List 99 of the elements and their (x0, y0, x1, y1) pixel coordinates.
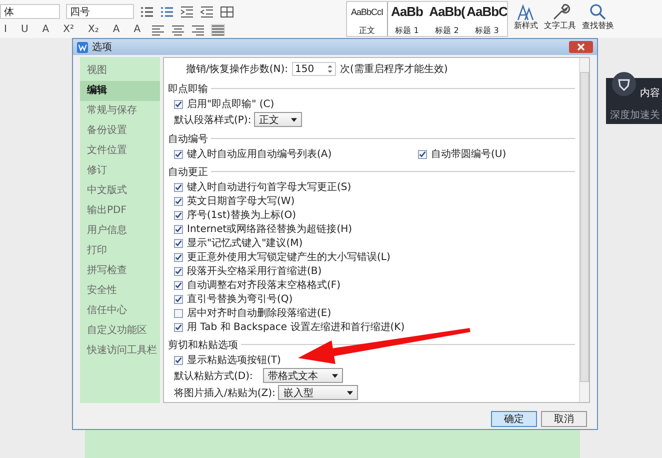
format-button[interactable]: I (0, 24, 11, 35)
outdent-icon[interactable] (200, 6, 214, 18)
ribbon-tool-button[interactable]: 查找替换 (582, 0, 614, 31)
dialog-title: 选项 (92, 40, 112, 54)
checkbox-label: 显示"记忆式键入"建议(M) (187, 236, 303, 250)
checkbox[interactable] (174, 322, 183, 332)
sidebar-item[interactable]: 快速访问工具栏 (80, 341, 160, 361)
sidebar-item[interactable]: 打印 (80, 241, 160, 261)
indent-icon[interactable] (180, 6, 194, 18)
checkbox-label: 英文日期首字母大写(W) (187, 194, 295, 208)
sidebar-item[interactable]: 用户信息 (80, 221, 160, 241)
checkbox-label: 用 Tab 和 Backspace 设置左缩进和首行缩进(K) (187, 320, 405, 334)
checkbox-label: 键入时自动进行句首字母大写更正(S) (187, 180, 352, 194)
checkbox[interactable] (174, 308, 183, 318)
dropdown-label: 默认段落样式(P): (174, 114, 252, 126)
font-field[interactable]: 体 (0, 4, 60, 19)
group-title: 自动更正 (168, 166, 208, 178)
format-button[interactable]: X² (59, 24, 78, 35)
popup-title: 内容 (640, 86, 661, 100)
checkbox-label: Internet或网络路径替换为超链接(H) (187, 222, 352, 236)
sidebar-item[interactable]: 修订 (80, 161, 160, 181)
caret-icon (291, 118, 298, 122)
spinner-arrows-icon (327, 63, 334, 75)
sidebar-item[interactable]: 备份设置 (80, 121, 160, 141)
checkbox-label: 更正意外使用大写锁定键产生的大小写错误(L) (187, 250, 390, 264)
checkbox-label: 键入时自动应用自动编号列表(A) (187, 148, 332, 161)
format-button[interactable]: A (38, 24, 54, 35)
sidebar-item[interactable]: 视图 (80, 61, 160, 81)
checkbox[interactable] (174, 356, 183, 364)
sidebar-item[interactable]: 拼写检查 (80, 261, 160, 281)
ribbon-tool-button[interactable]: 新样式 (514, 0, 538, 31)
dialog-button[interactable]: 确定 (491, 411, 537, 427)
checkbox-label: 段落开头空格采用行首缩进(B) (187, 264, 322, 278)
undo-steps-field[interactable]: 150 (292, 62, 336, 76)
numbered-list-icon[interactable] (160, 6, 174, 18)
shield-icon (612, 72, 636, 96)
close-button[interactable] (569, 41, 593, 53)
undo-steps-label: 撤销/恢复操作步数(N): (186, 62, 288, 76)
checkbox-label: 自动带圆编号(U) (431, 148, 506, 161)
dialog-button[interactable]: 取消 (541, 411, 587, 427)
group-title: 剪切和粘贴选项 (168, 338, 238, 352)
font-size-field[interactable]: 四号 (66, 4, 134, 19)
sidebar-item[interactable]: 中文版式 (80, 181, 160, 201)
caret-icon (332, 374, 338, 378)
checkbox[interactable] (174, 266, 183, 276)
style-icon (516, 3, 536, 21)
sidebar-item[interactable]: 自定义功能区 (80, 321, 160, 341)
checkbox[interactable] (418, 150, 427, 158)
checkbox-label: 显示粘贴选项按钮(T) (187, 354, 281, 367)
checkbox-label: 启用"即点即输" (C) (187, 98, 274, 111)
checkbox[interactable] (174, 150, 183, 158)
dropdown[interactable]: 正文 (254, 112, 302, 127)
app-logo-icon (77, 42, 88, 52)
checkbox-label: 直引号替换为弯引号(Q) (187, 292, 293, 306)
sidebar-item[interactable]: 文件位置 (80, 141, 160, 161)
align-center-icon[interactable] (170, 24, 185, 36)
format-button[interactable]: A (130, 24, 145, 35)
checkbox-label: 居中对齐时自动删除段落缩进(E) (187, 306, 332, 320)
style-item[interactable]: AaBbCcI 正文 (347, 2, 387, 36)
checkbox[interactable] (174, 196, 183, 206)
sidebar-item[interactable]: 编辑 (80, 81, 160, 101)
checkbox[interactable] (174, 294, 183, 304)
dropdown[interactable]: 带格式文本 (263, 368, 343, 383)
popup-message: 深度加速关 (610, 108, 661, 122)
caret-icon (347, 390, 354, 394)
sidebar-item[interactable]: 常规与保存 (80, 101, 160, 121)
style-item[interactable]: AaBb 标题 1 (387, 2, 427, 36)
align-left-icon[interactable] (150, 24, 165, 36)
checkbox[interactable] (174, 280, 183, 290)
dropdown[interactable]: 嵌入型 (278, 385, 358, 400)
sidebar-item[interactable]: 输出PDF (80, 201, 160, 221)
search-icon (588, 3, 608, 21)
checkbox-label: 序号(1st)替换为上标(O) (187, 208, 296, 222)
ribbon-tool-button[interactable]: 文字工具 (544, 0, 576, 31)
group-title: 自动编号 (168, 132, 208, 146)
format-button[interactable]: U (16, 24, 32, 35)
align-right-icon[interactable] (190, 24, 205, 36)
checkbox[interactable] (174, 182, 183, 192)
checkbox[interactable] (174, 224, 183, 234)
dropdown-label: 将图片插入/粘贴为(Z): (174, 386, 276, 400)
format-button[interactable]: A (108, 24, 124, 35)
sidebar-item[interactable]: 安全性 (80, 281, 160, 301)
table-icon[interactable] (220, 6, 234, 18)
sidebar-item[interactable]: 信任中心 (80, 301, 160, 321)
dropdown-label: 默认粘贴方式(D): (174, 370, 254, 382)
style-item[interactable]: AaBbC 标题 3 (467, 2, 507, 36)
checkbox[interactable] (174, 100, 183, 108)
checkbox[interactable] (174, 210, 183, 220)
checkbox[interactable] (174, 252, 183, 262)
bullet-list-icon[interactable] (140, 6, 154, 18)
justify-icon[interactable] (210, 24, 225, 36)
scrollbar-thumb[interactable] (580, 72, 589, 382)
close-icon (576, 43, 586, 51)
group-title: 即点即输 (168, 82, 208, 96)
style-item[interactable]: AaBb( 标题 2 (427, 2, 467, 36)
undo-note: 次(需重启程序才能生效) (340, 62, 448, 76)
checkbox[interactable] (174, 238, 183, 248)
format-button[interactable]: X₂ (84, 24, 103, 35)
checkbox-label: 自动调整右对齐段落末空格格式(F) (187, 278, 341, 292)
